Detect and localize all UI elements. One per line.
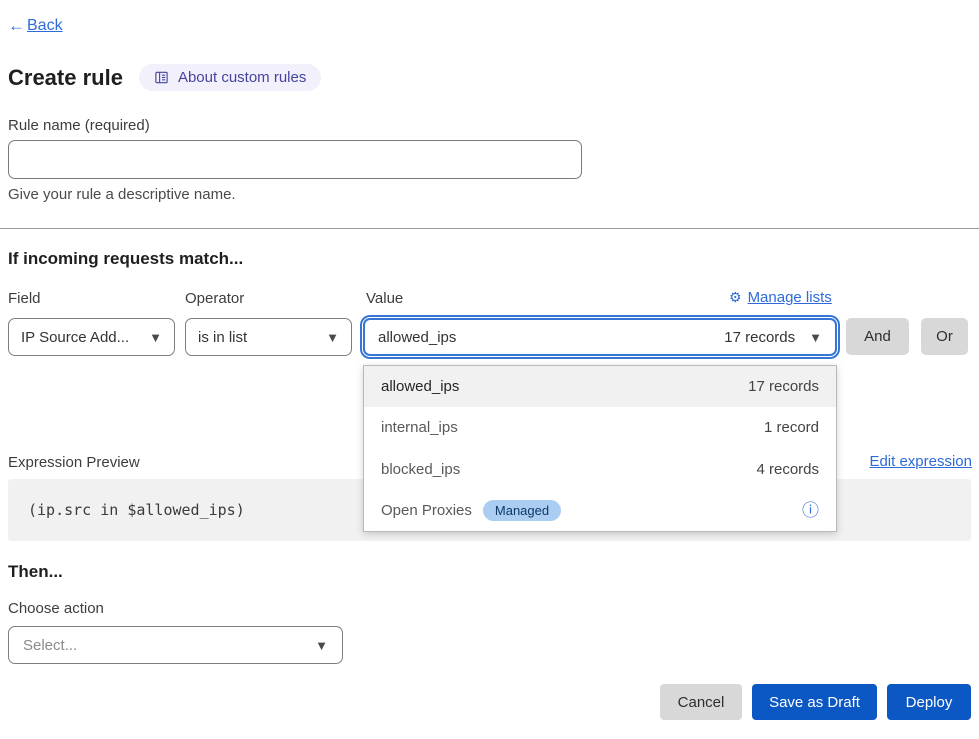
save-as-draft-button[interactable]: Save as Draft	[752, 684, 877, 720]
chevron-down-icon: ▼	[149, 331, 162, 344]
value-column-label: Value	[366, 290, 403, 307]
operator-select[interactable]: is in list ▼	[185, 318, 352, 356]
book-icon	[154, 70, 169, 85]
gear-icon: ⚙	[729, 289, 742, 306]
rule-name-helper: Give your rule a descriptive name.	[8, 186, 236, 203]
manage-lists-label: Manage lists	[748, 289, 832, 306]
list-item-name: blocked_ips	[381, 461, 460, 478]
edit-expression-link[interactable]: Edit expression	[869, 453, 972, 470]
list-item-name: internal_ips	[381, 419, 458, 436]
managed-badge: Managed	[483, 500, 561, 521]
list-item-records: 17 records	[748, 378, 819, 395]
rule-name-input[interactable]	[8, 140, 582, 179]
title-row: Create rule About custom rules	[8, 64, 321, 91]
operator-select-value: is in list	[198, 329, 247, 346]
choose-action-select[interactable]: Select... ▼	[8, 626, 343, 664]
chevron-down-icon: ▼	[326, 331, 339, 344]
about-badge-label: About custom rules	[178, 69, 306, 86]
deploy-button[interactable]: Deploy	[887, 684, 971, 720]
then-heading: Then...	[8, 562, 63, 582]
field-column-label: Field	[8, 290, 41, 307]
info-icon[interactable]: ⓘ	[802, 502, 819, 519]
cancel-button[interactable]: Cancel	[660, 684, 742, 720]
or-button[interactable]: Or	[921, 318, 968, 355]
list-item-records: 1 record	[764, 419, 819, 436]
section-divider	[0, 228, 979, 229]
expression-preview-label: Expression Preview	[8, 454, 140, 471]
field-select-value: IP Source Add...	[21, 329, 129, 346]
choose-action-label: Choose action	[8, 600, 104, 617]
operator-column-label: Operator	[185, 290, 244, 307]
field-select[interactable]: IP Source Add... ▼	[8, 318, 175, 356]
back-link-label: Back	[27, 17, 63, 35]
value-select-records: 17 records	[724, 329, 795, 346]
value-select[interactable]: allowed_ips 17 records ▼	[363, 318, 837, 356]
list-item-blocked-ips[interactable]: blocked_ips 4 records	[364, 449, 836, 490]
back-arrow-icon: ←	[8, 16, 25, 36]
expression-code: (ip.src in $allowed_ips)	[8, 501, 245, 519]
manage-lists-link[interactable]: ⚙ Manage lists	[729, 289, 832, 306]
match-heading: If incoming requests match...	[8, 249, 243, 269]
about-custom-rules-badge[interactable]: About custom rules	[139, 64, 321, 91]
list-item-allowed-ips[interactable]: allowed_ips 17 records	[364, 366, 836, 407]
create-rule-page: ←Back Create rule About custom rules Rul…	[0, 0, 979, 739]
list-item-name: allowed_ips	[381, 378, 459, 395]
rule-name-label: Rule name (required)	[8, 117, 150, 134]
list-item-records: 4 records	[756, 461, 819, 478]
value-select-value: allowed_ips	[378, 329, 456, 346]
and-button[interactable]: And	[846, 318, 909, 355]
chevron-down-icon: ▼	[809, 331, 822, 344]
list-item-open-proxies[interactable]: Open Proxies Managed ⓘ	[364, 490, 836, 531]
list-item-internal-ips[interactable]: internal_ips 1 record	[364, 407, 836, 448]
list-item-name: Open Proxies	[381, 502, 472, 519]
chevron-down-icon: ▼	[315, 639, 328, 652]
back-link[interactable]: ←Back	[8, 16, 63, 36]
value-dropdown-panel: allowed_ips 17 records internal_ips 1 re…	[363, 365, 837, 532]
page-title: Create rule	[8, 65, 123, 91]
choose-action-placeholder: Select...	[23, 637, 77, 654]
